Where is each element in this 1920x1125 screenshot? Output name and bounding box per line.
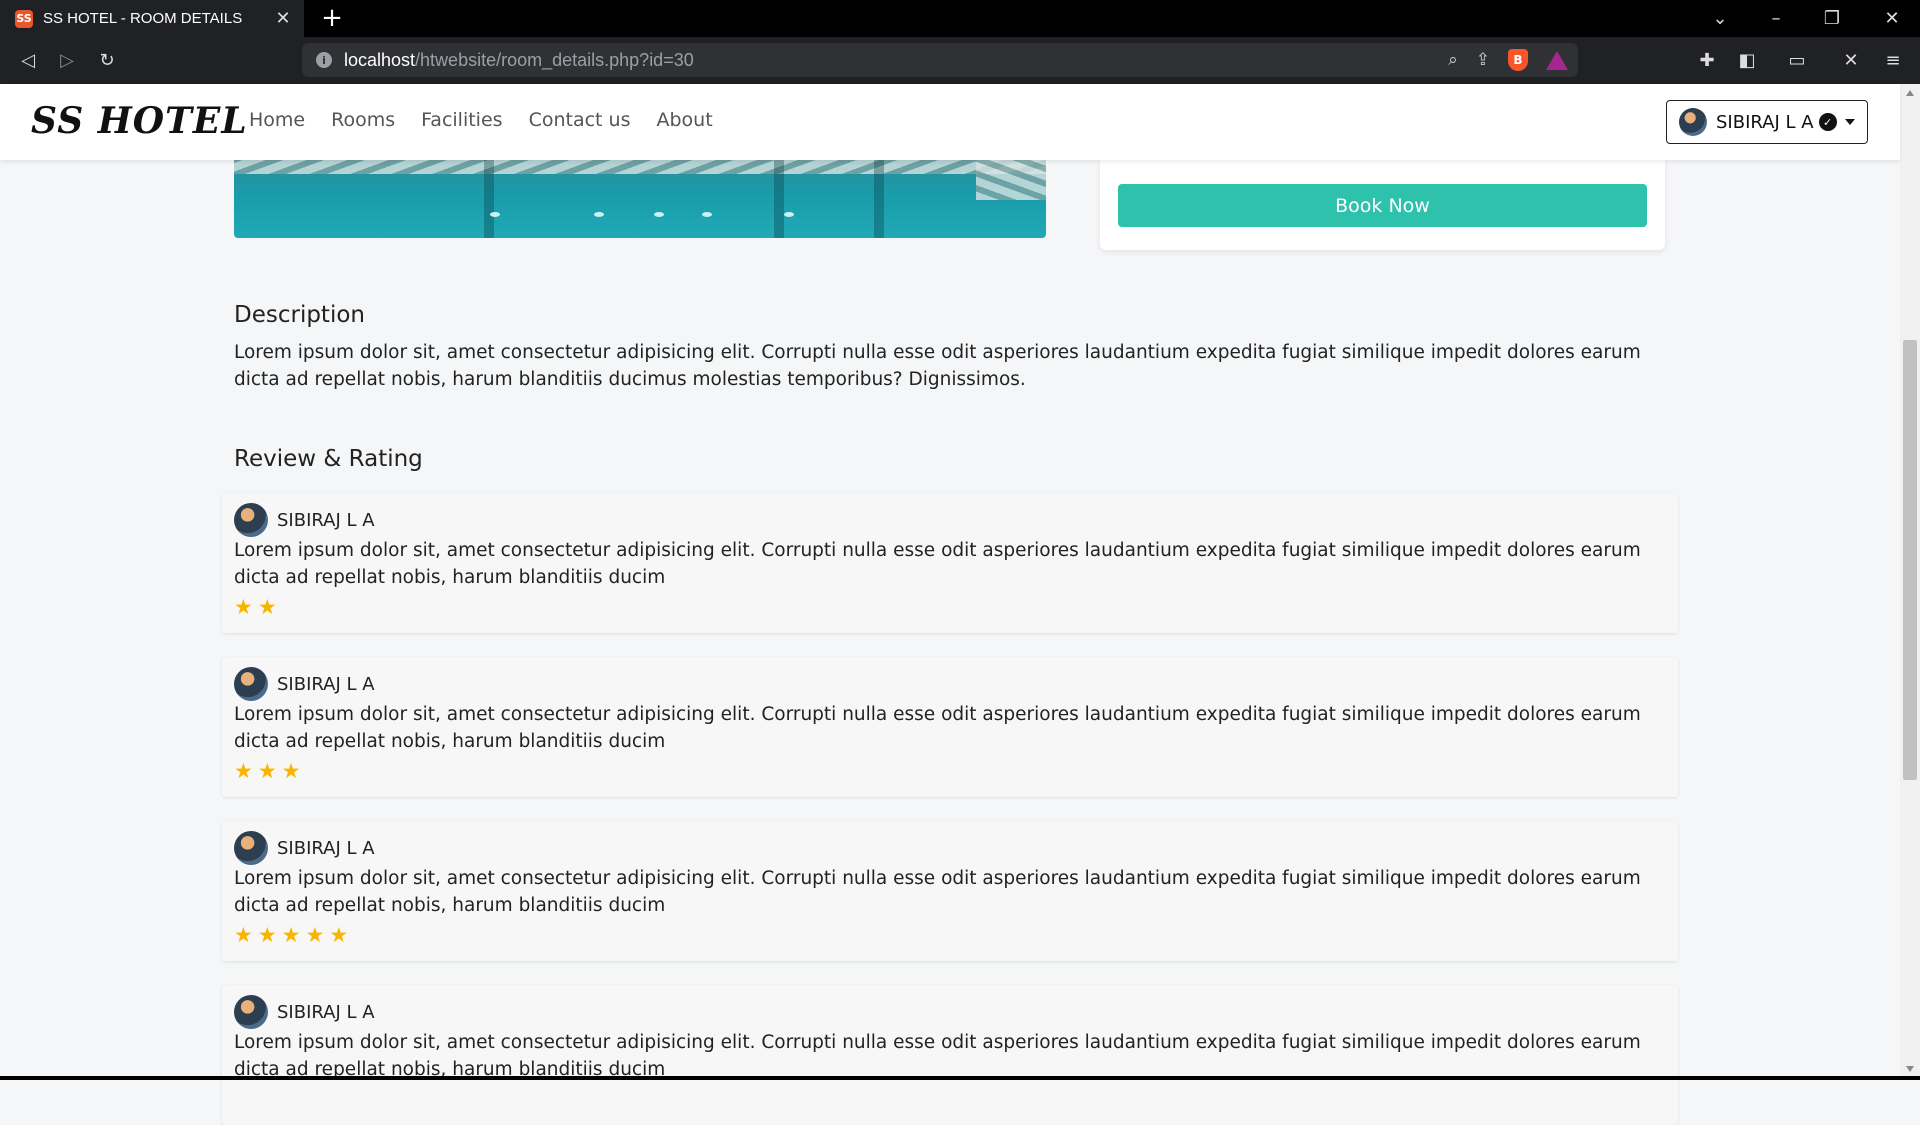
- reviews-title: Review & Rating: [234, 446, 423, 472]
- review-text: Lorem ipsum dolor sit, amet consectetur …: [234, 1032, 1641, 1080]
- star-rating: ★ ★: [234, 597, 277, 618]
- page-scrollbar[interactable]: [1900, 84, 1920, 1080]
- pool-lane-shadow: [484, 160, 494, 238]
- url-path: /htwebsite/room_details.php?id=30: [415, 49, 694, 70]
- book-now-button[interactable]: Book Now: [1118, 184, 1647, 227]
- pool-lane-shadow: [874, 160, 884, 238]
- site-info-icon[interactable]: i: [316, 52, 332, 68]
- star-icon: ★: [234, 923, 253, 947]
- scroll-up-icon[interactable]: [1906, 90, 1914, 96]
- vpn-icon[interactable]: ✕: [1838, 49, 1864, 73]
- scroll-thumb[interactable]: [1903, 340, 1917, 780]
- star-rating: ★ ★ ★ ★ ★: [234, 925, 348, 946]
- url-host: localhost: [344, 49, 416, 70]
- pool-edge-decoration: [976, 160, 1046, 200]
- review-text: Lorem ipsum dolor sit, amet consectetur …: [234, 868, 1641, 916]
- address-bar[interactable]: i localhost/htwebsite/room_details.php?i…: [302, 43, 1578, 77]
- brave-rewards-icon[interactable]: [1546, 50, 1568, 70]
- share-icon[interactable]: ⇪: [1476, 50, 1490, 70]
- description-text: Lorem ipsum dolor sit, amet consectetur …: [234, 342, 1641, 390]
- avatar: [1679, 108, 1707, 136]
- tab-search-icon[interactable]: ⌄: [1700, 0, 1740, 37]
- extensions-icon[interactable]: ✚: [1694, 49, 1720, 73]
- reload-icon[interactable]: ↻: [94, 49, 120, 73]
- menu-icon[interactable]: ≡: [1880, 49, 1906, 73]
- reviewer-name: SIBIRAJ L A: [277, 837, 375, 859]
- star-icon: ★: [281, 923, 301, 947]
- zoom-icon[interactable]: ⌕: [1448, 50, 1458, 70]
- brand-logo[interactable]: SS HOTEL: [31, 100, 248, 142]
- star-icon: ★: [305, 923, 325, 947]
- star-icon: ★: [234, 759, 253, 783]
- reviewer-name: SIBIRAJ L A: [277, 509, 375, 531]
- review-header: SIBIRAJ L A: [234, 503, 375, 537]
- reviewer-name: SIBIRAJ L A: [277, 1001, 375, 1023]
- star-icon: ★: [234, 595, 253, 619]
- pool-light: [654, 212, 664, 217]
- browser-tab[interactable]: SS SS HOTEL - ROOM DETAILS ✕: [0, 0, 304, 37]
- site-navbar: SS HOTEL Home Rooms Facilities Contact u…: [0, 84, 1900, 160]
- room-image: [234, 160, 1046, 238]
- user-dropdown-button[interactable]: SIBIRAJ L A ✓: [1666, 100, 1868, 144]
- wallet-icon[interactable]: ▭: [1784, 49, 1810, 73]
- review-text: Lorem ipsum dolor sit, amet consectetur …: [234, 704, 1641, 752]
- scroll-down-icon[interactable]: [1906, 1066, 1914, 1072]
- star-icon: ★: [257, 759, 277, 783]
- avatar: [234, 995, 268, 1029]
- new-tab-icon[interactable]: +: [318, 4, 346, 32]
- avatar: [234, 667, 268, 701]
- close-window-icon[interactable]: ✕: [1872, 0, 1912, 37]
- description-title: Description: [234, 302, 365, 328]
- verified-icon: ✓: [1818, 113, 1837, 131]
- sidebar-icon[interactable]: ◧: [1734, 49, 1760, 73]
- review-header: SIBIRAJ L A: [234, 667, 375, 701]
- caret-down-icon: [1844, 119, 1855, 125]
- close-tab-icon[interactable]: ✕: [272, 8, 294, 29]
- tab-title: SS HOTEL - ROOM DETAILS: [43, 10, 243, 27]
- minimize-icon[interactable]: –: [1756, 0, 1796, 37]
- avatar: [234, 831, 268, 865]
- review-card: SIBIRAJ L A Lorem ipsum dolor sit, amet …: [222, 985, 1678, 1125]
- review-text: Lorem ipsum dolor sit, amet consectetur …: [234, 540, 1641, 588]
- review-card: SIBIRAJ L A Lorem ipsum dolor sit, amet …: [222, 657, 1678, 797]
- review-header: SIBIRAJ L A: [234, 831, 375, 865]
- restore-icon[interactable]: ❐: [1812, 0, 1852, 37]
- nav-links: Home Rooms Facilities Contact us About: [249, 109, 713, 131]
- brave-shields-icon[interactable]: B: [1508, 49, 1528, 71]
- review-card: SIBIRAJ L A Lorem ipsum dolor sit, amet …: [222, 821, 1678, 961]
- pool-lane-shadow: [774, 160, 784, 238]
- nav-link-contact[interactable]: Contact us: [529, 109, 631, 131]
- browser-toolbar: ◁ ▷ ↻ i localhost/htwebsite/room_details…: [0, 37, 1920, 84]
- forward-icon[interactable]: ▷: [54, 49, 80, 73]
- nav-link-home[interactable]: Home: [249, 109, 305, 131]
- star-icon: ★: [329, 923, 349, 947]
- pool-light: [702, 212, 712, 217]
- avatar: [234, 503, 268, 537]
- pool-light: [594, 212, 604, 217]
- star-rating: ★ ★ ★: [234, 761, 300, 782]
- favicon-icon: SS: [15, 9, 33, 28]
- address-bar-actions: ⌕ ⇪ B: [1448, 43, 1568, 77]
- browser-tab-bar: SS SS HOTEL - ROOM DETAILS ✕ + ⌄ – ❐ ✕: [0, 0, 1920, 37]
- review-card: SIBIRAJ L A Lorem ipsum dolor sit, amet …: [222, 493, 1678, 633]
- pool-light: [784, 212, 794, 217]
- pool-light: [490, 212, 500, 217]
- back-icon[interactable]: ◁: [15, 49, 41, 73]
- user-name: SIBIRAJ L A: [1716, 111, 1814, 133]
- nav-link-facilities[interactable]: Facilities: [421, 109, 502, 131]
- review-header: SIBIRAJ L A: [234, 995, 375, 1029]
- reviewer-name: SIBIRAJ L A: [277, 673, 375, 695]
- star-icon: ★: [257, 923, 277, 947]
- nav-link-rooms[interactable]: Rooms: [331, 109, 395, 131]
- booking-card: Book Now: [1100, 160, 1665, 250]
- star-icon: ★: [281, 759, 301, 783]
- pool-edge-decoration: [234, 160, 1046, 174]
- star-icon: ★: [257, 595, 277, 619]
- nav-link-about[interactable]: About: [656, 109, 712, 131]
- window-bottom-edge: [0, 1076, 1920, 1080]
